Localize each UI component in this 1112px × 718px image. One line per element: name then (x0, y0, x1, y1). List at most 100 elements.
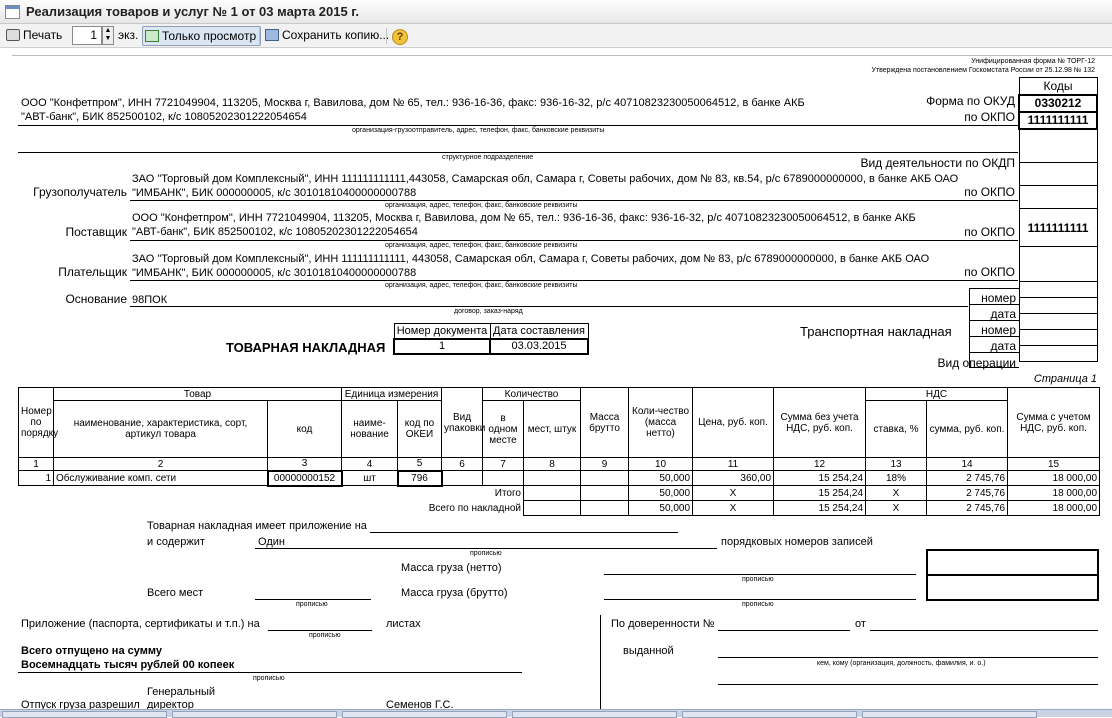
column-numbers-row: 1 2 3 4 5 6 7 8 9 10 11 12 13 14 15 (18, 457, 1101, 471)
propis-caption: прописью (296, 601, 328, 608)
consignee-caption: организация, адрес, телефон, факс, банко… (385, 202, 578, 209)
h-per-place: в одном месте (482, 400, 524, 458)
col-num: 12 (773, 457, 867, 471)
transport-label: Транспортная накладная (800, 324, 952, 339)
window-icon (5, 5, 20, 19)
h-num: Номер по порядку (18, 387, 58, 458)
row-vat: 2 745,76 (926, 470, 1009, 486)
approval-note: Утверждена постановлением Госкомстата Ро… (871, 67, 1096, 74)
operation-label: Вид операции (937, 356, 1016, 370)
payer-okpo-label: по ОКПО (964, 265, 1015, 279)
h-code: код (267, 400, 342, 458)
codes-title: Коды (1018, 77, 1098, 95)
issued-label: выданной (623, 645, 674, 657)
places-label: Всего мест (147, 587, 204, 599)
vsego-label: Всего по накладной (428, 502, 521, 514)
supplier-okpo-value: 1111111111 (1018, 208, 1098, 247)
date-label-2: дата (990, 339, 1016, 353)
h-vat-sum: сумма, руб. коп. (926, 400, 1009, 458)
doc-date-header: Дата составления (489, 323, 589, 339)
col-num: 2 (53, 457, 268, 471)
col-num: 15 (1007, 457, 1101, 471)
row-name: Обслуживание комп. сети (53, 470, 268, 486)
sheet-edge (12, 55, 1112, 56)
view-only-button[interactable]: Только просмотр (142, 26, 262, 46)
consignee-label: Грузополучатель (33, 185, 127, 199)
h-rate: ставка, % (865, 400, 928, 458)
supplier-line1: ООО "Конфетпром", ИНН 7721049904, 113205… (132, 212, 916, 224)
row-code: 00000000152 (266, 469, 343, 487)
attachment-label: Приложение (паспорта, сертификаты и т.п.… (21, 618, 260, 630)
okud-value: 0330212 (1018, 93, 1098, 113)
doc-date-value: 03.03.2015 (489, 337, 589, 355)
window-title: Реализация товаров и услуг № 1 от 03 мар… (26, 4, 360, 19)
appendix-line2: и содержит (147, 536, 205, 548)
window-titlebar: Реализация товаров и услуг № 1 от 03 мар… (0, 0, 1112, 24)
number-label-2: номер (981, 323, 1016, 337)
basis-label: Основание (65, 292, 127, 306)
h-qty: Количество (481, 387, 582, 401)
released-value: Восемнадцать тысяч рублей 00 копеек (21, 659, 235, 671)
save-copy-button[interactable]: Сохранить копию... (265, 26, 389, 46)
payer-label: Плательщик (58, 265, 127, 279)
division-caption: структурное подразделение (442, 154, 534, 161)
itogo-vat: 2 745,76 (926, 485, 1009, 501)
row-gross (580, 470, 630, 486)
document-title: ТОВАРНАЯ НАКЛАДНАЯ (226, 340, 386, 355)
h-name: наименование, характеристика, сорт, арти… (53, 400, 268, 458)
okud-label: Форма по ОКУД (926, 94, 1015, 108)
supplier-label: Поставщик (65, 225, 127, 239)
propis-caption: прописью (742, 576, 774, 583)
propis-caption: прописью (309, 632, 341, 639)
number-label: номер (981, 291, 1016, 305)
printer-icon (6, 29, 20, 41)
taskbar (0, 709, 1112, 718)
h-unit: Единица измерения (341, 387, 442, 401)
h-vat: НДС (865, 387, 1009, 401)
okdp-label: Вид деятельности по ОКДП (860, 156, 1015, 170)
h-places: мест, штук (522, 400, 582, 458)
supplier-caption: организация, адрес, телефон, факс, банко… (385, 242, 578, 249)
propis-caption: прописью (470, 550, 502, 557)
itogo-rate: X (865, 485, 928, 501)
goods-table: Номер по порядку Товар Единица измерения… (18, 387, 1101, 516)
h-okei: код по ОКЕИ (397, 400, 442, 458)
check-icon (145, 30, 159, 42)
toolbar: Печать 1 ▲ ▼ экз. Только просмотр Сохрани… (0, 24, 1112, 48)
records-label: порядковых номеров записей (721, 536, 873, 548)
save-icon (265, 29, 279, 41)
vsego-row: Всего по накладной 50,000 X 15 254,24 X … (19, 500, 1101, 516)
h-total: Сумма с учетом НДС, руб. коп. (1007, 387, 1101, 458)
itogo-row: Итого 50,000 X 15 254,24 X 2 745,76 18 0… (19, 485, 1101, 501)
print-button[interactable]: Печать (6, 26, 62, 46)
h-price: Цена, руб. коп. (692, 387, 775, 458)
basis-caption: договор, заказ-наряд (454, 308, 523, 315)
doc-num-header: Номер документа (393, 323, 491, 339)
col-num: 13 (865, 457, 928, 471)
col-num: 4 (341, 457, 398, 471)
copies-spinner[interactable]: ▲ ▼ (102, 26, 114, 45)
h-sum-novat: Сумма без учета НДС, руб. коп. (773, 387, 867, 458)
director-label: директор (147, 699, 194, 709)
payer-line2: "ИМБАНК", БИК 000000005, к/с 30101810400… (132, 267, 417, 279)
consignee-okpo-label: по ОКПО (964, 185, 1015, 199)
okpo-value: 1111111111 (1018, 110, 1098, 130)
row-sum: 15 254,24 (773, 470, 867, 486)
col-num: 8 (522, 457, 582, 471)
itogo-total: 18 000,00 (1007, 485, 1101, 501)
col-num: 3 (267, 457, 342, 471)
col-num: 5 (397, 457, 442, 471)
payer-line1: ЗАО "Торговый дом Комплексный", ИНН 1111… (132, 253, 930, 265)
copies-input[interactable]: 1 (72, 26, 102, 45)
save-copy-label: Сохранить копию... (282, 28, 390, 42)
from-label: от (855, 618, 866, 630)
net-mass-label: Масса груза (нетто) (401, 562, 502, 574)
help-button[interactable]: ? (392, 27, 408, 47)
codes-table: Коды 0330212 1111111111 1111111111 (1018, 77, 1098, 362)
gross-mass-label: Масса груза (брутто) (401, 587, 508, 599)
view-only-label: Только просмотр (162, 29, 257, 43)
document-number-table: Номер документа Дата составления 1 03.03… (393, 323, 589, 355)
row-total: 18 000,00 (1007, 470, 1101, 486)
col-num: 14 (926, 457, 1009, 471)
row-price: 360,00 (692, 470, 775, 486)
